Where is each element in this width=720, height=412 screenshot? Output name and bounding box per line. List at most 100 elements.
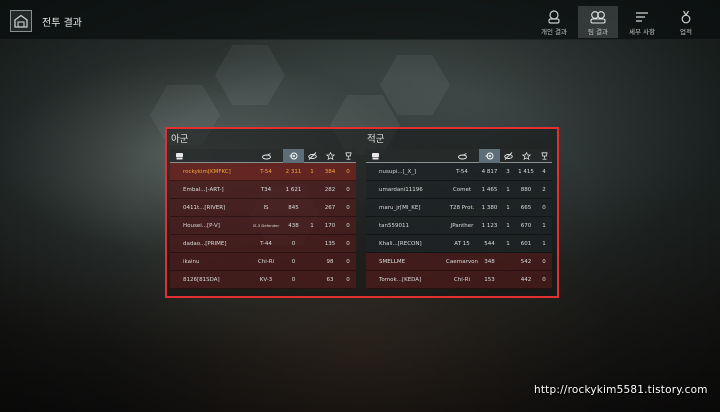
list-lines-icon [636,12,648,22]
blog-watermark: http://rockykim5581.tistory.com [534,384,708,396]
tank-name: KV-3 [259,276,273,283]
damage-value: 438 [288,222,299,229]
sort-by-trophies[interactable] [536,149,552,163]
trophy-value: 0 [346,276,350,283]
tank-icon [457,152,467,159]
tab-personal-results[interactable]: 개인 결과 [534,6,574,38]
tab-team-results[interactable]: 팀 결과 [578,6,618,38]
tank-name: T28 Prot. [449,204,475,211]
result-tabs: 개인 결과 팀 결과 세부 사항 업적 [534,6,706,38]
ally-player-row[interactable]: Housei...[P-V] IS-3 Defender 438 1 170 0 [170,217,356,235]
ally-player-row[interactable]: ikainu Chi-Ri 0 98 0 [170,253,356,271]
tank-icon [261,152,271,159]
enemy-player-row[interactable]: nusupi...[_X_] T-54 4 817 3 1 415 4 [366,163,552,181]
damage-value: 153 [484,276,495,283]
sort-by-tank-class[interactable] [170,149,249,163]
sort-by-damage[interactable] [479,148,500,163]
experience-value: 601 [520,240,532,247]
damage-value: 544 [484,240,495,247]
sort-by-tank[interactable] [249,149,283,163]
allies-table: 아군 rockykim[KMFKC] T-54 2 311 1 384 0 Em… [170,133,356,289]
trophy-value: 0 [346,258,350,265]
ally-player-row[interactable]: 8126[81SDA] KV-3 0 63 0 [170,271,356,289]
sort-by-kills[interactable] [500,149,516,163]
star-icon [521,151,531,160]
tank-name: JPanther [450,222,474,229]
player-name: Khali...[RECON] [379,240,422,247]
kills-value: 1 [506,240,510,247]
enemy-player-row[interactable]: Tomok...[KEDA] Chi-Ri 153 442 0 [366,271,552,289]
player-name: Embal...[-ART-] [183,186,224,193]
ally-player-row[interactable]: 0411t...[RIVER] IS 845 267 0 [170,199,356,217]
experience-value: 267 [324,204,336,211]
damage-value: 845 [288,204,299,211]
player-name: 0411t...[RIVER] [183,204,226,211]
enemies-table: 적군 nusupi...[_X_] T-54 4 817 3 1 415 4 u… [366,133,552,289]
sort-by-experience[interactable] [320,149,340,163]
player-name: nusupi...[_X_] [379,168,417,175]
sort-by-tank-class[interactable] [366,149,445,163]
sort-by-tank[interactable] [445,149,479,163]
tab-label: 개인 결과 [541,28,567,36]
trophy-value: 1 [542,222,546,229]
sort-by-trophies[interactable] [340,149,356,163]
single-tank-icon [548,10,560,24]
trophy-value: 0 [542,276,546,283]
player-name: maru_jr[MI_KE] [379,204,421,211]
tab-label: 업적 [680,28,692,36]
enemy-player-row[interactable]: tan559011 JPanther 1 123 1 670 1 [366,217,552,235]
background-hexagon [380,55,450,115]
player-name: 8126[81SDA] [183,276,220,283]
tank-name: IS [263,204,269,211]
trophy-icon [541,151,547,160]
kills-value: 3 [506,168,510,175]
kills-icon [307,151,317,160]
player-name: Tomok...[KEDA] [379,276,422,283]
trophy-value: 0 [346,222,350,229]
player-name: ikainu [183,258,200,265]
garage-home-button[interactable] [10,10,32,32]
damage-value: 1 123 [481,222,498,229]
tab-achievements[interactable]: 업적 [666,6,706,38]
tab-details[interactable]: 세부 사항 [622,6,662,38]
enemy-player-row[interactable]: Khali...[RECON] AT 15 544 1 601 1 [366,235,552,253]
sort-by-kills[interactable] [304,149,320,163]
experience-value: 170 [324,222,336,229]
damage-value: 1 465 [481,186,498,193]
damage-value: 0 [291,240,296,247]
enemy-player-row[interactable]: maru_jr[MI_KE] T28 Prot. 1 380 1 665 0 [366,199,552,217]
player-name: umardani11196 [379,186,423,193]
tank-name: Comet [452,186,472,193]
tank-name: T-54 [260,168,272,175]
damage-value: 4 817 [481,168,498,175]
ally-player-row[interactable]: Embal...[-ART-] T34 1 621 282 0 [170,181,356,199]
background-hexagon [215,45,285,105]
tank-name: Chi-Ri [453,276,471,283]
medal-icon [681,10,691,24]
damage-value: 1 621 [285,186,302,193]
team-results-panel: 아군 rockykim[KMFKC] T-54 2 311 1 384 0 Em… [165,127,559,298]
page-title: 전투 결과 [42,18,82,29]
ally-player-row[interactable]: dadao...[PRIME] T-44 0 135 0 [170,235,356,253]
player-name: SMELLME [379,258,406,265]
sort-by-experience[interactable] [516,149,536,163]
damage-value: 1 380 [481,204,498,211]
kills-value: 1 [310,168,314,175]
ally-player-row[interactable]: rockykim[KMFKC] T-54 2 311 1 384 0 [170,163,356,181]
trophy-value: 0 [346,168,350,175]
trophy-value: 4 [542,168,546,175]
tank-name: Caernarvon [446,258,478,265]
damage-icon [485,152,494,159]
enemy-player-row[interactable]: umardani11196 Comet 1 465 1 880 2 [366,181,552,199]
tank-name: IS-3 Defender [252,223,280,228]
trophy-icon [345,151,351,160]
trophy-value: 0 [346,240,350,247]
experience-value: 98 [326,258,334,265]
kills-icon [503,151,513,160]
trophy-value: 0 [542,204,546,211]
sort-by-damage[interactable] [283,148,304,163]
enemy-player-row[interactable]: SMELLME Caernarvon 348 542 0 [366,253,552,271]
allies-header-row [170,148,356,163]
experience-value: 282 [324,186,336,193]
damage-value: 0 [291,276,296,283]
